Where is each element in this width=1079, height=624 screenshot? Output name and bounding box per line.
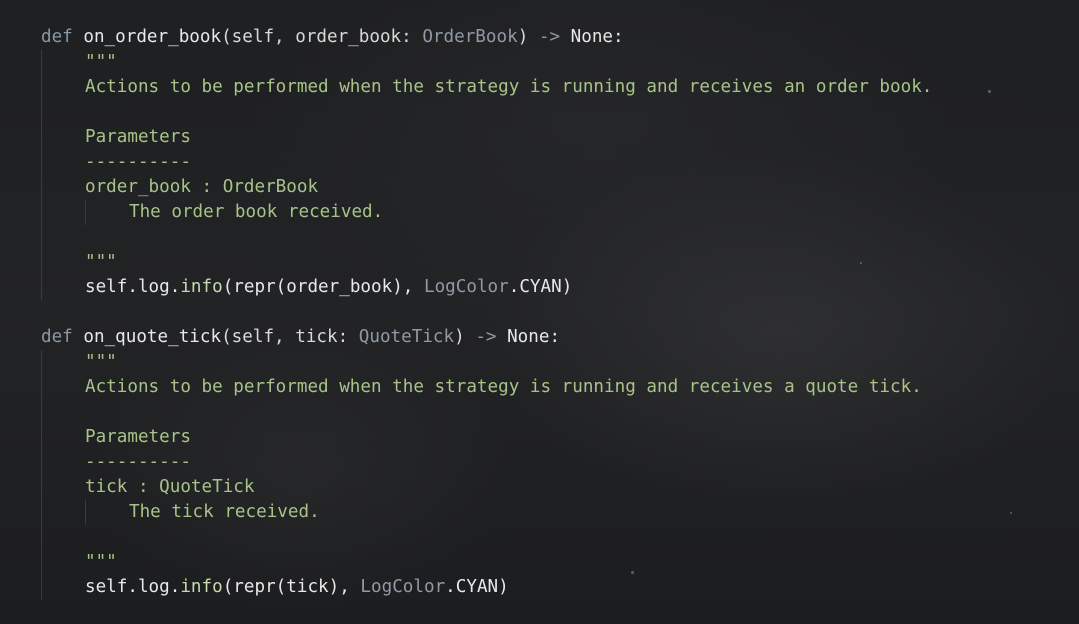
code-line[interactable]: The order book received.: [129, 200, 383, 225]
code-token: """: [85, 52, 117, 72]
code-token: self.log.: [85, 577, 181, 597]
code-token: ----------: [85, 452, 191, 472]
code-token: None:: [560, 27, 624, 47]
code-token: on_quote_tick: [83, 327, 222, 347]
indent-guide: [41, 50, 42, 300]
code-line[interactable]: Actions to be performed when the strateg…: [85, 375, 922, 400]
code-line[interactable]: self.log.info(repr(order_book), LogColor…: [85, 275, 572, 300]
indent-guide: [85, 500, 86, 525]
code-line[interactable]: Parameters: [85, 125, 191, 150]
code-token: (repr(tick),: [222, 577, 361, 597]
code-line[interactable]: order_book : OrderBook: [85, 175, 318, 200]
code-token: OrderBook: [422, 27, 518, 47]
indent-guide: [85, 200, 86, 225]
code-token: """: [85, 252, 117, 272]
code-token: Actions to be performed when the strateg…: [85, 377, 922, 397]
indent-guide: [41, 350, 42, 600]
code-token: ->: [475, 327, 497, 347]
code-token: None:: [496, 327, 561, 347]
code-token: info: [180, 577, 223, 597]
code-editor[interactable]: def on_order_book(self, order_book: Orde…: [0, 0, 1079, 624]
code-line[interactable]: """: [85, 350, 117, 375]
code-token: The tick received.: [129, 502, 320, 522]
code-line[interactable]: def on_quote_tick(self, tick: QuoteTick)…: [41, 325, 560, 350]
code-token: def: [41, 27, 84, 47]
code-token: The order book received.: [129, 202, 384, 222]
code-token: (repr(order_book),: [222, 277, 424, 297]
code-token: LogColor: [423, 277, 509, 297]
code-token: Actions to be performed when the strateg…: [85, 77, 933, 97]
code-token: Parameters: [85, 127, 191, 147]
code-token: ->: [538, 27, 561, 47]
code-token: """: [85, 552, 117, 572]
code-token: ----------: [85, 152, 191, 172]
code-token: info: [180, 277, 223, 297]
code-token: """: [85, 352, 117, 372]
code-token: def: [41, 327, 84, 347]
code-line[interactable]: Parameters: [85, 425, 191, 450]
code-line[interactable]: """: [85, 250, 117, 275]
code-line[interactable]: self.log.info(repr(tick), LogColor.CYAN): [85, 575, 509, 600]
code-token: ): [517, 27, 539, 47]
code-token: (self, order_book:: [221, 27, 423, 47]
code-line[interactable]: """: [85, 550, 117, 575]
code-token: .CYAN): [508, 277, 573, 297]
code-line[interactable]: tick : QuoteTick: [85, 475, 254, 500]
code-token: on_order_book: [83, 27, 222, 47]
code-line[interactable]: def on_order_book(self, order_book: Orde…: [41, 25, 624, 50]
code-token: tick : QuoteTick: [85, 477, 255, 497]
code-token: order_book : OrderBook: [85, 177, 319, 197]
code-line[interactable]: ----------: [85, 450, 191, 475]
code-token: self.log.: [85, 277, 181, 297]
code-token: Parameters: [85, 427, 191, 447]
code-line[interactable]: """: [85, 50, 117, 75]
code-token: (self, tick:: [221, 327, 359, 347]
code-token: .CYAN): [445, 577, 509, 597]
code-token: QuoteTick: [358, 327, 455, 347]
code-line[interactable]: The tick received.: [129, 500, 320, 525]
code-token: LogColor: [360, 577, 446, 597]
code-line[interactable]: ----------: [85, 150, 191, 175]
code-token: ): [454, 327, 476, 347]
code-line[interactable]: Actions to be performed when the strateg…: [85, 75, 932, 100]
